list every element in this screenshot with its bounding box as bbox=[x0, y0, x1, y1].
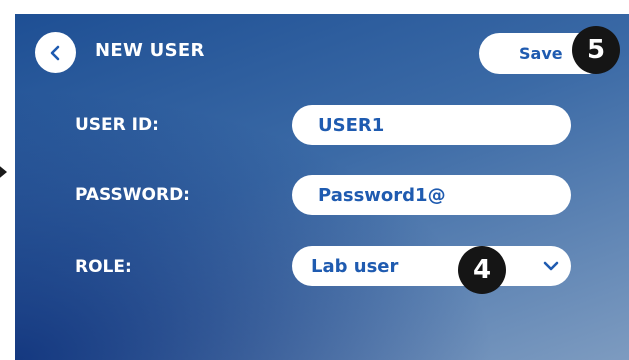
user-id-input[interactable]: USER1 bbox=[292, 105, 571, 145]
password-label: PASSWORD: bbox=[75, 185, 190, 205]
new-user-screen: NEW USER Save 5 USER ID: USER1 PASSWORD:… bbox=[15, 14, 629, 360]
role-value: Lab user bbox=[311, 255, 399, 277]
chevron-left-icon bbox=[50, 45, 59, 60]
chevron-down-icon[interactable] bbox=[541, 256, 561, 276]
user-id-label: USER ID: bbox=[75, 115, 159, 135]
page-title: NEW USER bbox=[95, 40, 205, 61]
role-select[interactable]: Lab user bbox=[292, 246, 571, 286]
role-label: ROLE: bbox=[75, 257, 132, 277]
step-badge-5: 5 bbox=[572, 26, 620, 74]
user-id-value: USER1 bbox=[318, 114, 385, 136]
callout-arrow-icon bbox=[0, 163, 7, 181]
back-button[interactable] bbox=[35, 32, 76, 73]
save-button-label: Save bbox=[519, 44, 563, 63]
step-badge-4: 4 bbox=[458, 246, 506, 294]
password-value: Password1@ bbox=[318, 184, 446, 206]
password-input[interactable]: Password1@ bbox=[292, 175, 571, 215]
